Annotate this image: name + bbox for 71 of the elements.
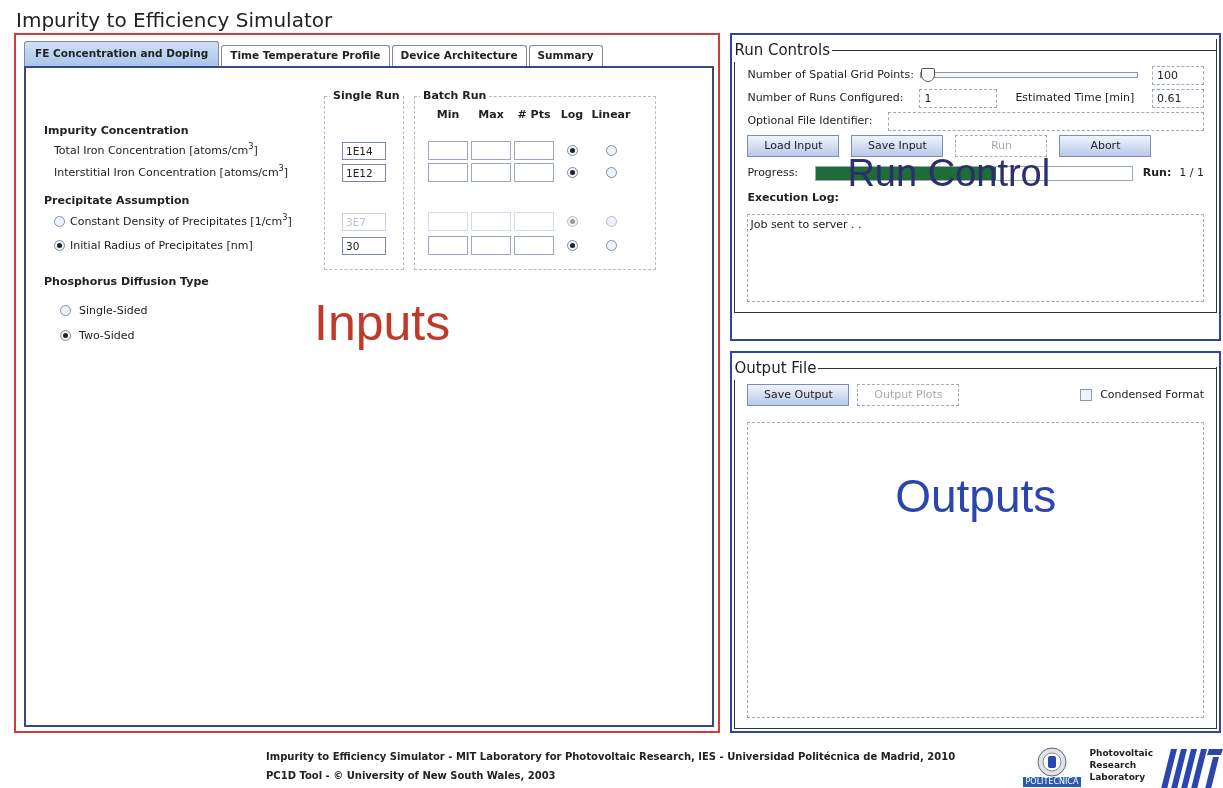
input-field[interactable]	[428, 236, 468, 256]
input-field[interactable]: 30	[342, 236, 386, 255]
group-title: Run Controls	[734, 39, 832, 62]
input-field[interactable]	[514, 236, 554, 256]
button[interactable]: Load Input	[747, 134, 840, 157]
annotation-label: Inputs	[314, 298, 452, 349]
input-field[interactable]	[514, 163, 554, 183]
input-field[interactable]	[471, 236, 511, 256]
field-label: Run:	[1142, 165, 1172, 181]
input-field[interactable]	[471, 141, 511, 161]
tab[interactable]: Summary	[528, 45, 603, 66]
button[interactable]: Save Input	[851, 134, 944, 157]
column-header: Min	[435, 106, 461, 123]
input-field[interactable]: 1	[919, 88, 998, 108]
section-heading: Impurity Concentration	[44, 123, 190, 140]
logo-text: Research	[1089, 759, 1138, 771]
footer-text: Impurity to Efficiency Simulator - MIT Laboratory for Photovoltaic Research, IES - Universidad Politécnica de Madrid, 2010	[266, 750, 957, 764]
field-label: Estimated Time [min]	[1015, 89, 1136, 106]
input-field[interactable]	[888, 111, 1204, 131]
field-label: Constant Density of Precipitates [1/cm$^{3}$]	[70, 213, 292, 230]
column-header: # Pts	[516, 106, 552, 123]
field-label: Initial Radius of Precipitates [nm]	[70, 237, 253, 254]
field-label: Execution Log:	[747, 189, 840, 206]
log-area: Job sent to server . .	[747, 214, 1204, 302]
radio-button[interactable]	[605, 145, 617, 157]
tab[interactable]: FE Concentration and Doping	[24, 41, 220, 66]
logo-label: POLITECNICA	[1022, 777, 1082, 787]
field-label: Number of Runs Configured:	[747, 89, 905, 106]
radio-button[interactable]	[566, 145, 578, 157]
input-field[interactable]	[514, 141, 554, 161]
logo-icon	[1161, 747, 1223, 788]
footer-text: PC1D Tool - © University of New South Wales, 2003	[266, 769, 557, 783]
checkbox-label: Condensed Format	[1100, 386, 1204, 403]
input-field[interactable]: 1E14	[342, 141, 386, 160]
input-field[interactable]: 100	[1152, 65, 1204, 85]
radio-button[interactable]	[60, 305, 71, 317]
window-title: Impurity to Efficiency Simulator	[15, 7, 334, 33]
section-heading: Precipitate Assumption	[44, 193, 191, 210]
field-label: Progress:	[747, 165, 800, 181]
input-field[interactable]	[428, 163, 468, 183]
radio-button[interactable]	[566, 240, 578, 252]
field-label: Interstitial Iron Concentration [atoms/cm$^{3}$]	[54, 164, 289, 181]
annotation-label: Outputs	[895, 473, 1057, 524]
button[interactable]: Abort	[1059, 134, 1152, 157]
tab[interactable]: Time Temperature Profile	[221, 45, 390, 66]
radio-button[interactable]	[60, 330, 71, 342]
radio-button[interactable]	[605, 240, 617, 252]
column-header: Max	[477, 106, 505, 123]
field-label: Number of Spatial Grid Points:	[747, 66, 914, 83]
column-header: Log	[559, 106, 585, 123]
radio-button[interactable]	[605, 167, 617, 179]
checkbox[interactable]	[1080, 388, 1093, 401]
radio-button[interactable]	[566, 167, 578, 179]
option-label: Two-Sided	[79, 327, 135, 344]
option-label: Single-Sided	[79, 302, 148, 319]
tab[interactable]: Device Architecture	[391, 45, 527, 66]
button[interactable]: Save Output	[747, 383, 850, 406]
seal-icon	[1036, 747, 1067, 777]
radio-button[interactable]	[54, 240, 65, 252]
slider-thumb[interactable]	[920, 68, 935, 82]
input-field[interactable]	[471, 163, 511, 183]
field-label: Total Iron Concentration [atoms/cm$^{3}$]	[54, 142, 258, 159]
input-field[interactable]: 1E12	[342, 163, 386, 182]
section-heading: Phosphorus Diffusion Type	[44, 273, 210, 290]
run-counter: 1 / 1	[1179, 165, 1204, 181]
logo-text: Photovoltaic	[1089, 747, 1153, 759]
input-field[interactable]	[428, 141, 468, 161]
input-field[interactable]: 0.61	[1152, 88, 1204, 108]
field-label: Optional File Identifier:	[747, 112, 874, 129]
column-header: Linear	[590, 106, 632, 123]
logo-text: Laboratory	[1089, 771, 1147, 783]
